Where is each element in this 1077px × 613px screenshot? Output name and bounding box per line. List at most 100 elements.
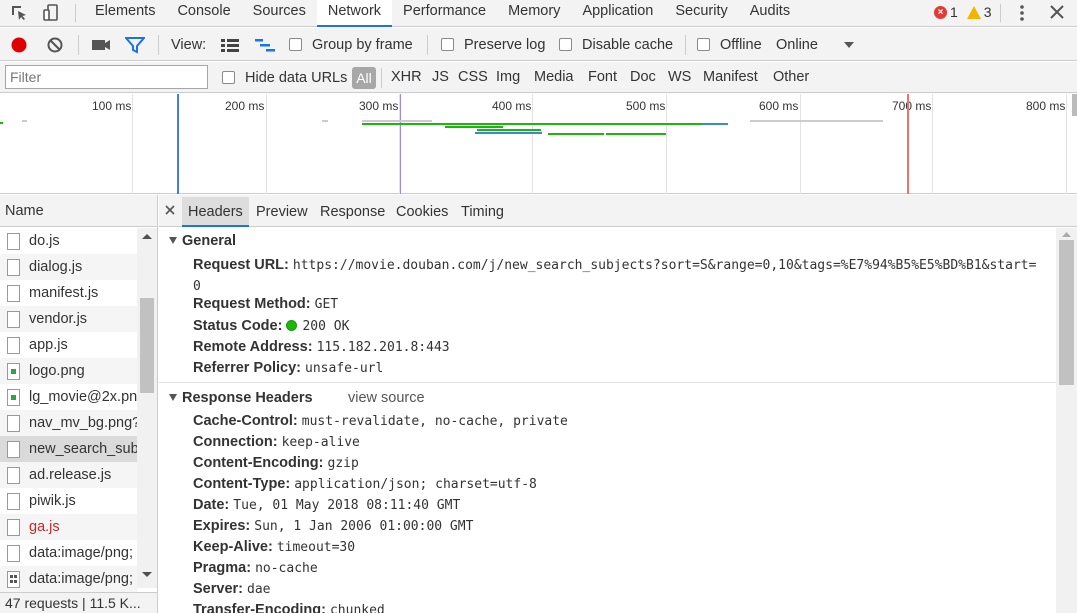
scroll-down-icon[interactable]	[137, 569, 157, 581]
close-icon[interactable]	[163, 201, 177, 219]
triangle-down-icon	[169, 237, 177, 244]
tab-memory[interactable]: Memory	[497, 0, 571, 27]
gridline	[266, 94, 267, 194]
file-icon	[7, 518, 20, 536]
headers-view: General Request URL: https://movie.douba…	[159, 228, 1056, 613]
request-row[interactable]: ga.js	[0, 514, 137, 540]
console-counts[interactable]: × 1 3	[934, 2, 992, 22]
more-options-icon[interactable]	[1014, 3, 1030, 23]
record-button[interactable]	[10, 28, 28, 61]
request-row[interactable]: manifest.js	[0, 280, 137, 306]
type-filter-other[interactable]: Other	[773, 62, 809, 93]
large-rows-button[interactable]	[220, 28, 240, 61]
tab-audits[interactable]: Audits	[739, 0, 801, 27]
response-headers-section-toggle[interactable]: Response Headers	[169, 390, 313, 406]
tab-application[interactable]: Application	[571, 0, 664, 27]
request-row[interactable]: nav_mv_bg.png?	[0, 410, 137, 436]
header-value: must-revalidate, no-cache, private	[301, 414, 568, 429]
filter-toggle-button[interactable]	[125, 28, 145, 61]
scrollbar-thumb[interactable]	[140, 298, 154, 393]
request-row[interactable]: logo.png	[0, 358, 137, 384]
close-devtools-icon[interactable]	[1049, 3, 1065, 21]
tick-label: 300 ms	[359, 99, 399, 113]
capture-screenshots-button[interactable]	[91, 28, 111, 61]
hide-data-urls-checkbox[interactable]: Hide data URLs	[222, 62, 347, 93]
clear-button[interactable]	[46, 28, 64, 61]
request-url-row: Request URL: https://movie.douban.com/j/…	[193, 255, 1043, 297]
tab-response[interactable]: Response	[314, 197, 391, 227]
request-row[interactable]: lg_movie@2x.pn	[0, 384, 137, 410]
scrollbar-thumb[interactable]	[1059, 240, 1074, 385]
status-code-value: 200 OK	[302, 319, 350, 334]
tab-preview[interactable]: Preview	[250, 197, 314, 227]
tick-label: 100 ms	[92, 99, 132, 113]
file-icon	[7, 284, 20, 302]
general-section-toggle[interactable]: General	[169, 233, 236, 249]
type-filter-xhr[interactable]: XHR	[391, 62, 422, 93]
response-headers-title: Response Headers	[182, 390, 313, 406]
network-overview[interactable]: 100 ms 200 ms 300 ms 400 ms 500 ms 600 m…	[0, 94, 1077, 194]
tab-timing[interactable]: Timing	[455, 197, 510, 227]
tab-security[interactable]: Security	[664, 0, 738, 27]
tab-elements[interactable]: Elements	[84, 0, 166, 27]
request-method-value: GET	[314, 297, 339, 312]
request-row[interactable]: do.js	[0, 228, 137, 254]
header-value: application/json; charset=utf-8	[294, 477, 537, 492]
header-value: chunked	[329, 603, 385, 613]
request-row[interactable]: vendor.js	[0, 306, 137, 332]
type-filter-all[interactable]: All	[352, 67, 376, 89]
type-filter-ws[interactable]: WS	[668, 62, 691, 93]
tab-sources[interactable]: Sources	[242, 0, 317, 27]
request-name: ad.release.js	[29, 467, 112, 483]
file-icon	[7, 544, 20, 562]
status-code-row: Status Code: 200 OK	[193, 318, 349, 334]
tab-console[interactable]: Console	[166, 0, 241, 27]
offline-checkbox[interactable]: Offline	[697, 28, 762, 61]
request-row[interactable]: new_search_subj	[0, 436, 137, 462]
type-filter-manifest[interactable]: Manifest	[703, 62, 758, 93]
inspect-element-icon[interactable]	[10, 4, 28, 22]
preserve-log-checkbox[interactable]: Preserve log	[441, 28, 545, 61]
request-list-scrollbar[interactable]	[137, 228, 157, 588]
type-filter-img[interactable]: Img	[496, 62, 520, 93]
tab-network[interactable]: Network	[316, 0, 393, 27]
throttling-select[interactable]: Online	[776, 28, 855, 61]
request-bar	[477, 129, 541, 131]
type-filter-js[interactable]: JS	[432, 62, 449, 93]
response-header-row: Transfer-Encoding: chunked	[193, 602, 385, 613]
name-column-header[interactable]: Name	[0, 195, 157, 227]
type-filter-css[interactable]: CSS	[458, 62, 488, 93]
request-row[interactable]: dialog.js	[0, 254, 137, 280]
scroll-up-icon[interactable]	[137, 230, 157, 242]
group-by-frame-checkbox[interactable]: Group by frame	[289, 28, 413, 61]
type-filter-media[interactable]: Media	[534, 62, 574, 93]
type-filter-font[interactable]: Font	[588, 62, 617, 93]
tab-headers[interactable]: Headers	[182, 197, 249, 227]
preserve-log-label: Preserve log	[464, 36, 546, 53]
checkbox	[559, 38, 572, 51]
detail-scrollbar[interactable]	[1056, 228, 1077, 613]
offline-label: Offline	[720, 36, 762, 53]
view-source-link[interactable]: view source	[348, 390, 425, 406]
request-name: lg_movie@2x.pn	[29, 389, 137, 405]
request-url-value: https://movie.douban.com/j/new_search_su…	[193, 258, 1037, 294]
request-row[interactable]: app.js	[0, 332, 137, 358]
overview-scrollbar[interactable]	[1072, 94, 1077, 116]
hide-data-urls-label: Hide data URLs	[245, 69, 348, 86]
request-row[interactable]: piwik.js	[0, 488, 137, 514]
show-overview-button[interactable]	[254, 28, 276, 61]
device-toolbar-icon[interactable]	[42, 4, 60, 22]
type-filter-doc[interactable]: Doc	[630, 62, 656, 93]
response-header-row: Expires: Sun, 1 Jan 2006 01:00:00 GMT	[193, 518, 473, 534]
tab-cookies[interactable]: Cookies	[390, 197, 454, 227]
request-row[interactable]: ad.release.js	[0, 462, 137, 488]
scroll-up-icon[interactable]	[1056, 228, 1077, 240]
waterfall-icon	[255, 38, 275, 51]
disable-cache-checkbox[interactable]: Disable cache	[559, 28, 673, 61]
request-row[interactable]: data:image/png;	[0, 566, 137, 592]
request-bar	[0, 122, 3, 124]
general-title: General	[182, 233, 236, 249]
filter-input[interactable]	[5, 65, 208, 89]
tab-performance[interactable]: Performance	[392, 0, 497, 27]
request-row[interactable]: data:image/png;	[0, 540, 137, 566]
